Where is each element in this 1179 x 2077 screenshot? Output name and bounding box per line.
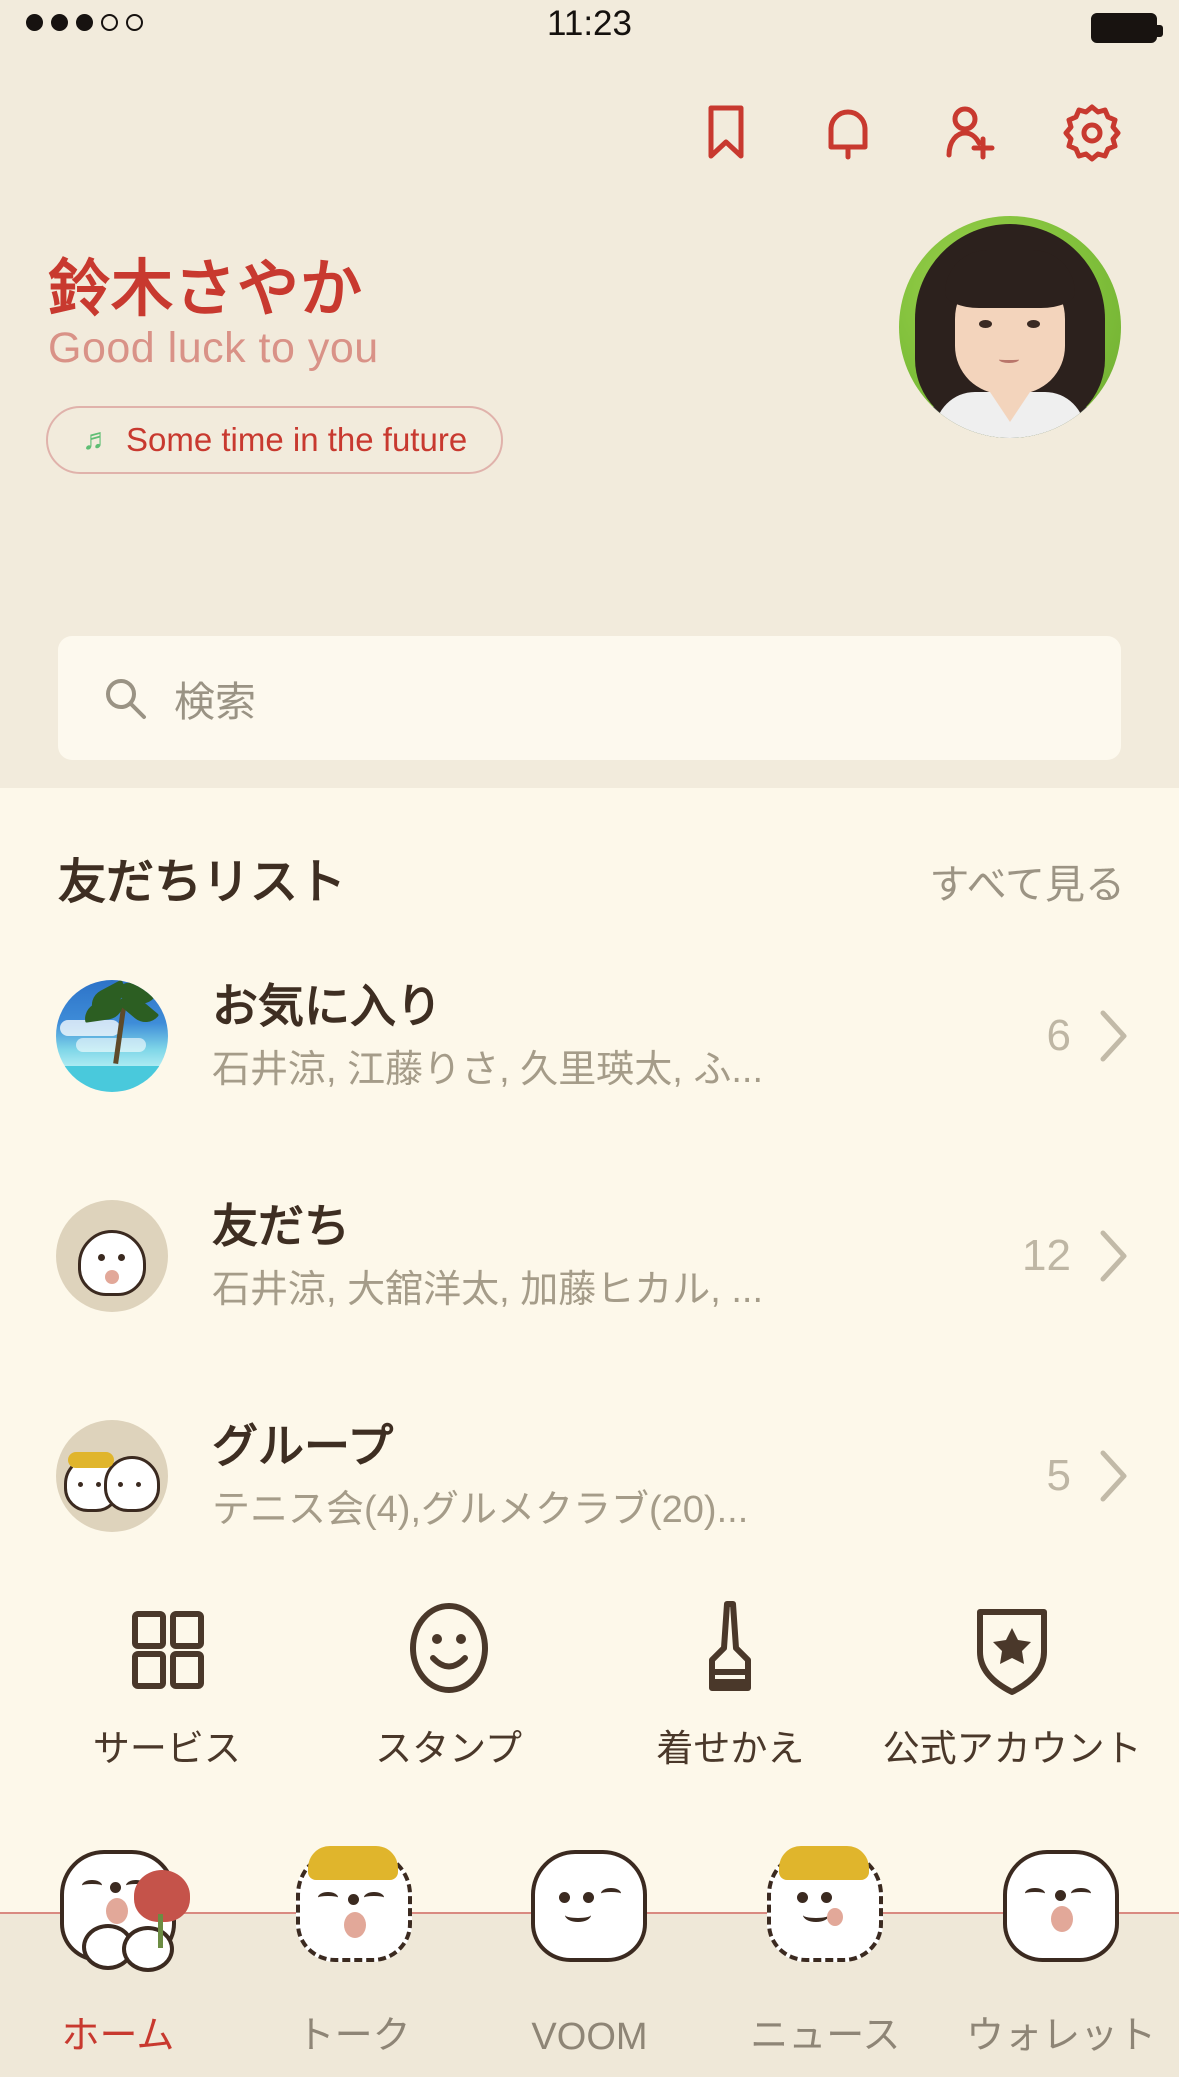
header-icon-row	[695, 101, 1123, 163]
list-item-count: 5	[1046, 1451, 1071, 1500]
app-screen: 11:23 鈴木さやか Good luck to you ♬ Some time…	[0, 0, 1179, 2077]
beach-avatar	[56, 980, 168, 1092]
nav-label: ニュース	[750, 2015, 901, 2057]
nav-label: ウォレット	[966, 2015, 1157, 2057]
dog-flower-icon	[38, 1832, 198, 1982]
nav-label: ホーム	[61, 2015, 175, 2057]
list-item-title: お気に入り	[212, 979, 442, 1032]
list-item-subtitle: 石井涼, 大舘洋太, 加藤ヒカル, ...	[212, 1268, 764, 1311]
nav-item-news[interactable]: ニュース	[707, 1820, 943, 2077]
shortcut-label: スタンプ	[375, 1728, 523, 1769]
list-item-count: 12	[1022, 1231, 1071, 1280]
chevron-right-icon	[1097, 1008, 1131, 1064]
friends-list-header: 友だちリスト すべて見る	[0, 842, 1179, 912]
shortcut-label: 着せかえ	[656, 1728, 805, 1769]
list-item[interactable]: グループ テニス会(4),グルメクラブ(20)... 5	[0, 1392, 1179, 1560]
bottom-navigation: ホーム トーク VOOM ニュース ウォレット	[0, 1820, 1179, 2077]
friends-list-title: 友だちリスト	[58, 856, 347, 909]
grid-icon	[119, 1596, 215, 1700]
profile-music-pill[interactable]: ♬ Some time in the future	[46, 406, 504, 474]
nav-item-voom[interactable]: VOOM	[472, 1820, 708, 2077]
dog-blonde2-icon	[745, 1832, 905, 1982]
dog-oh-icon	[981, 1832, 1141, 1982]
profile-header: 鈴木さやか Good luck to you ♬ Some time in th…	[0, 56, 1179, 608]
chevron-right-icon	[1097, 1228, 1131, 1284]
shortcut-row: サービス スタンプ 着せかえ 公式アカウント	[0, 1596, 1179, 1820]
shield-star-icon	[960, 1596, 1064, 1700]
add-friend-icon[interactable]	[939, 101, 1001, 163]
list-item-text: 友だち 石井涼, 大舘洋太, 加藤ヒカル, ...	[168, 1199, 1022, 1314]
list-item[interactable]: 友だち 石井涼, 大舘洋太, 加藤ヒカル, ... 12	[0, 1172, 1179, 1340]
list-item-subtitle: テニス会(4),グルメクラブ(20)...	[212, 1488, 749, 1531]
chevron-right-icon	[1097, 1448, 1131, 1504]
nav-label: トーク	[296, 2015, 411, 2057]
list-item-text: グループ テニス会(4),グルメクラブ(20)...	[168, 1419, 1047, 1534]
see-all-link[interactable]: すべて見る	[929, 852, 1125, 910]
nav-item-wallet[interactable]: ウォレット	[943, 1820, 1179, 2077]
list-item-count: 6	[1046, 1011, 1071, 1060]
group-avatar	[56, 1420, 168, 1532]
gear-icon[interactable]	[1061, 101, 1123, 163]
bookmark-icon[interactable]	[695, 101, 757, 163]
list-item[interactable]: お気に入り 石井涼, 江藤りさ, 久里瑛太, ふ... 6	[0, 952, 1179, 1120]
nav-item-talk[interactable]: トーク	[236, 1820, 472, 2077]
profile-status-message: Good luck to you	[48, 324, 379, 372]
shortcut-label: 公式アカウント	[882, 1728, 1142, 1769]
shortcut-themes[interactable]: 着せかえ	[615, 1596, 845, 1772]
list-item-title: 友だち	[212, 1199, 350, 1252]
profile-avatar[interactable]	[899, 216, 1121, 438]
nav-label: VOOM	[531, 2016, 648, 2058]
music-pill-label: Some time in the future	[126, 421, 468, 458]
profile-name: 鈴木さやか	[48, 255, 364, 324]
shortcut-stickers[interactable]: スタンプ	[334, 1596, 564, 1772]
smiley-icon	[397, 1596, 501, 1700]
search-icon	[102, 675, 148, 721]
brush-icon	[678, 1596, 782, 1700]
list-item-subtitle: 石井涼, 江藤りさ, 久里瑛太, ふ...	[212, 1048, 764, 1091]
search-placeholder: 検索	[174, 679, 256, 725]
status-bar-time: 11:23	[547, 4, 632, 43]
dog-smile-icon	[509, 1832, 669, 1982]
search-input[interactable]: 検索	[58, 636, 1121, 760]
shortcut-official-accounts[interactable]: 公式アカウント	[883, 1596, 1142, 1772]
list-item-title: グループ	[212, 1419, 394, 1472]
nav-item-home[interactable]: ホーム	[0, 1820, 236, 2077]
dog-avatar	[56, 1200, 168, 1312]
search-zone: 検索	[0, 608, 1179, 788]
bell-icon[interactable]	[817, 101, 879, 163]
shortcut-services[interactable]: サービス	[52, 1596, 282, 1772]
battery-icon	[1091, 13, 1163, 43]
list-item-text: お気に入り 石井涼, 江藤りさ, 久里瑛太, ふ...	[168, 979, 1047, 1094]
music-note-icon: ♬	[82, 423, 112, 456]
status-bar: 11:23	[0, 0, 1179, 56]
dog-blonde-icon	[274, 1832, 434, 1982]
shortcut-label: サービス	[92, 1728, 241, 1769]
